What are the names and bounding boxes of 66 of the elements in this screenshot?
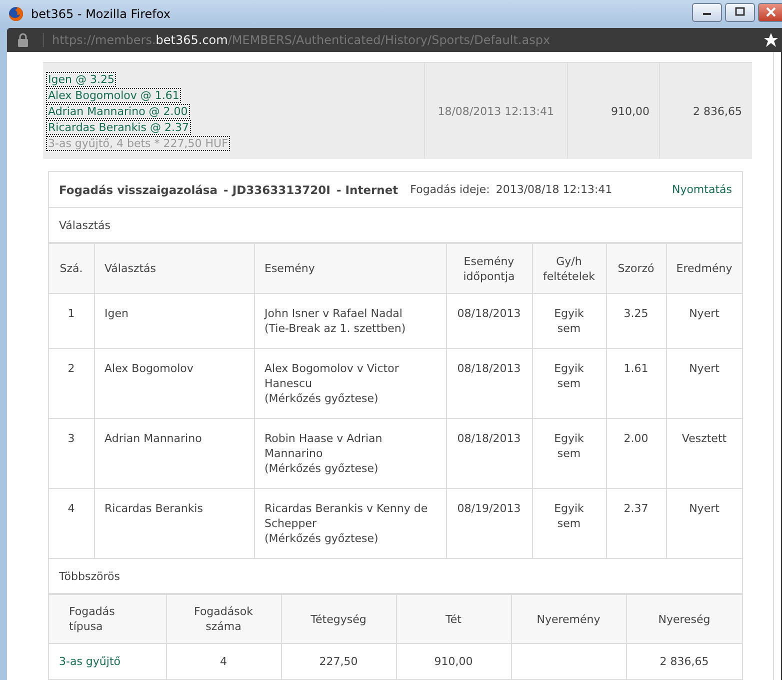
maximize-icon — [734, 7, 746, 17]
lock-icon — [17, 33, 29, 47]
returns-amount: 2 836,65 — [693, 104, 742, 118]
table-cell: 08/18/2013 — [446, 294, 532, 348]
star-icon[interactable] — [764, 33, 778, 47]
table-cell: Robin Haase v Adrian Mannarino (Mérkőzés győztese) — [254, 418, 446, 488]
column-header: Szorzó — [606, 244, 666, 294]
table-cell: 1 — [49, 294, 94, 348]
column-header: Fogadás típusa — [49, 594, 166, 644]
table-cell: 910,00 — [396, 644, 511, 680]
table-cell: Alex Bogomolov — [94, 348, 254, 418]
table-cell: Ricardas Berankis v Kenny de Schepper (Mérkőzés győztese) — [254, 488, 446, 558]
column-header: Gy/h feltételek — [532, 244, 606, 294]
section-heading: Választás — [59, 218, 110, 232]
table-cell: 4 — [49, 488, 94, 558]
table-cell: 2.37 — [606, 488, 666, 558]
table-cell: 1.61 — [606, 348, 666, 418]
stake-amount: 910,00 — [610, 104, 650, 118]
selection-link[interactable]: Adrian Mannarino @ 2.00 — [46, 104, 190, 118]
table-cell: 227,50 — [281, 644, 396, 680]
bet-date: 18/08/2013 12:13:41 — [438, 104, 554, 118]
table-cell: 4 — [166, 644, 281, 680]
selection-link[interactable]: Igen @ 3.25 — [46, 72, 116, 86]
table-cell: Adrian Mannarino — [94, 418, 254, 488]
close-icon — [766, 7, 776, 17]
table-cell: Igen — [94, 294, 254, 348]
column-header: Választás — [94, 244, 254, 294]
confirmation-title: Fogadás visszaigazolása — [59, 182, 218, 196]
table-cell: Ricardas Berankis — [94, 488, 254, 558]
maximize-button[interactable] — [725, 2, 755, 22]
column-header: Tétegység — [281, 594, 396, 644]
bet-time-label: Fogadás ideje: — [410, 183, 490, 196]
column-header: Eredmény — [666, 244, 742, 294]
table-cell: 08/19/2013 — [446, 488, 532, 558]
bet-summary-text: 3-as gyűjtő, 4 bets * 227,50 HUF — [46, 136, 230, 150]
column-header: Szá. — [49, 244, 94, 294]
column-header: Esemény — [254, 244, 446, 294]
column-header: Nyereség — [626, 594, 742, 644]
bet-type-link[interactable]: 3-as gyűjtő — [59, 655, 120, 668]
section-heading: Többszörös — [59, 570, 120, 582]
table-cell: Egyik sem — [532, 348, 606, 418]
minimize-button[interactable] — [692, 2, 722, 22]
table-cell: Egyik sem — [532, 418, 606, 488]
bet-time: 2013/08/18 12:13:41 — [496, 183, 612, 196]
selection-link[interactable]: Ricardas Berankis @ 2.37 — [46, 120, 191, 134]
table-cell: 3 — [49, 418, 94, 488]
table-cell: 2 — [49, 348, 94, 418]
table-cell: Egyik sem — [532, 294, 606, 348]
table-cell: Alex Bogomolov v Victor Hanescu (Mérkőzés győztese) — [254, 348, 446, 418]
table-cell: Egyik sem — [532, 488, 606, 558]
window-title: bet365 - Mozilla Firefox — [31, 7, 170, 21]
table-cell: John Isner v Rafael Nadal (Tie-Break az 1. szettben) — [254, 294, 446, 348]
table-cell: 2.00 — [606, 418, 666, 488]
print-link[interactable]: Nyomtatás — [672, 183, 732, 196]
column-header: Esemény időpontja — [446, 244, 532, 294]
column-header: Fogadások száma — [166, 594, 281, 644]
table-cell: 3.25 — [606, 294, 666, 348]
column-header: Tét — [396, 594, 511, 644]
table-cell: 08/18/2013 — [446, 418, 532, 488]
column-header: Nyeremény — [511, 594, 626, 644]
table-cell: 08/18/2013 — [446, 348, 532, 418]
bet-reference: - JD3363313720I — [224, 182, 330, 196]
bet-channel: - Internet — [336, 182, 398, 196]
browser-logo-icon — [8, 6, 24, 22]
selection-link[interactable]: Alex Bogomolov @ 1.61 — [46, 88, 182, 102]
close-button[interactable] — [758, 2, 782, 22]
